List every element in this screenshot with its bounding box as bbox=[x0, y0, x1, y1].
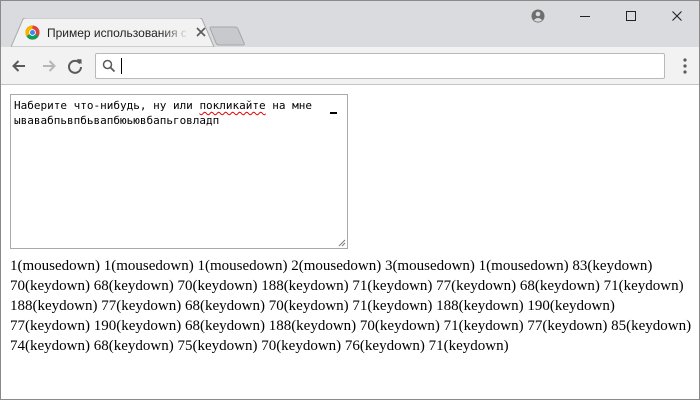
reload-icon[interactable] bbox=[65, 56, 85, 76]
profile-icon[interactable] bbox=[527, 5, 549, 27]
textarea-caret bbox=[330, 112, 337, 114]
minimize-button[interactable] bbox=[574, 5, 596, 27]
event-log: 1(mousedown) 1(mousedown) 1(mousedown) 2… bbox=[10, 258, 692, 354]
event-textarea[interactable]: Наберите что-нибудь, ну или покликайте н… bbox=[10, 94, 348, 249]
browser-window: Пример использования событий bbox=[0, 0, 700, 400]
active-tab[interactable]: Пример использования событий bbox=[11, 18, 216, 47]
browser-toolbar bbox=[1, 47, 699, 85]
textarea-text-before: Наберите что-нибудь, ну или bbox=[14, 99, 200, 112]
maximize-button[interactable] bbox=[620, 5, 642, 27]
resize-grip-icon[interactable] bbox=[336, 237, 346, 247]
new-tab-button[interactable] bbox=[209, 26, 247, 46]
title-bar: Пример использования событий bbox=[1, 1, 699, 47]
search-icon bbox=[102, 59, 116, 73]
tab-title-fade bbox=[161, 22, 189, 44]
back-arrow-icon[interactable] bbox=[9, 56, 29, 76]
window-close-button[interactable] bbox=[666, 5, 688, 27]
address-input[interactable] bbox=[120, 56, 660, 76]
text-caret bbox=[121, 58, 122, 74]
page-content: Наберите что-нибудь, ну или покликайте н… bbox=[1, 86, 699, 399]
close-icon[interactable] bbox=[195, 26, 207, 38]
misspelled-word: покликайте bbox=[199, 99, 266, 112]
forward-arrow-icon[interactable] bbox=[39, 56, 59, 76]
textarea-line-2: ывавабпьвпбьвапбюьювбапьговладп bbox=[14, 114, 220, 127]
textarea-text-after: на мне bbox=[265, 99, 313, 112]
address-bar[interactable] bbox=[95, 53, 665, 79]
chrome-favicon bbox=[25, 25, 40, 40]
kebab-menu-icon[interactable] bbox=[677, 56, 693, 76]
textarea-line-1: Наберите что-нибудь, ну или покликайте н… bbox=[14, 99, 312, 112]
